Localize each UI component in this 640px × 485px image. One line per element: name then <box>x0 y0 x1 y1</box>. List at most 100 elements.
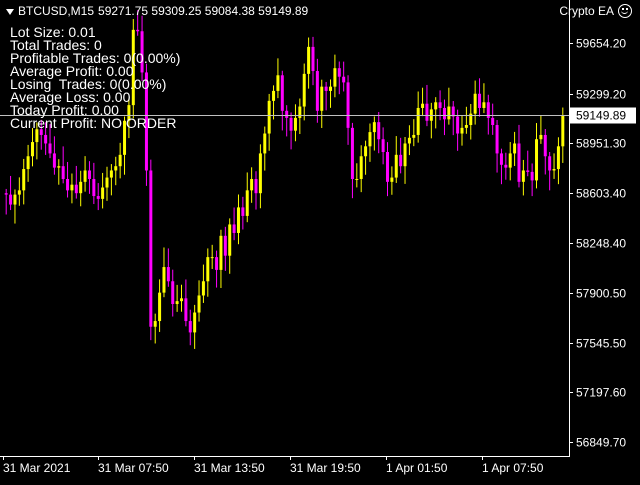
chart-header: BTCUSD,M15 59271.75 59309.25 59084.38 59… <box>6 4 308 18</box>
candle-body <box>158 292 162 322</box>
candle-body <box>236 207 240 233</box>
symbol-label: BTCUSD,M15 <box>18 4 95 18</box>
candle-body <box>193 312 197 333</box>
candle-body <box>399 154 403 167</box>
y-tick-label: 57900.50 <box>576 287 626 301</box>
y-tick-label: 58951.30 <box>576 137 626 151</box>
candle-body <box>346 82 350 128</box>
candle-body <box>504 164 508 168</box>
y-tick-label: 59299.20 <box>576 88 626 102</box>
x-tick-label: 31 Mar 19:50 <box>290 461 361 475</box>
y-tick-label: 58248.40 <box>576 237 626 251</box>
candle-body <box>355 178 359 180</box>
candle-body <box>118 154 122 167</box>
y-tick-label: 57197.60 <box>576 386 626 400</box>
candle-body <box>421 103 425 108</box>
candle-body <box>342 76 346 83</box>
candle-body <box>434 102 438 110</box>
candle-body <box>412 134 416 138</box>
candle-body <box>52 153 56 168</box>
candle-body <box>530 171 534 181</box>
candle-body <box>153 321 157 327</box>
triangle-down-icon[interactable] <box>6 9 14 15</box>
candle-body <box>26 156 30 170</box>
candle-body <box>543 134 547 157</box>
candle-body <box>175 301 179 304</box>
candle-body <box>495 125 499 154</box>
candle-body <box>166 267 170 282</box>
candle-body <box>149 170 153 327</box>
candle-body <box>232 224 236 233</box>
candle-body <box>482 102 486 108</box>
candle-body <box>210 257 214 259</box>
y-tick-label: 59654.20 <box>576 37 626 51</box>
candle-body <box>289 117 293 131</box>
candle-body <box>267 100 271 134</box>
candle-body <box>298 106 302 118</box>
candle-body <box>105 177 109 188</box>
ohlc-values: 59271.75 59309.25 59084.38 59149.89 <box>98 4 309 18</box>
ea-status[interactable]: Crypto EA <box>559 4 632 18</box>
candle-body <box>101 187 105 199</box>
candle-body <box>390 177 394 182</box>
candle-body <box>245 190 249 216</box>
candle-body <box>364 146 368 157</box>
candle-body <box>556 146 560 170</box>
candle-body <box>48 143 52 154</box>
candle-body <box>22 169 26 191</box>
candle-body <box>324 86 328 91</box>
current-price-label: 59149.89 <box>576 109 626 123</box>
candle-body <box>447 106 451 120</box>
candle-body <box>473 93 477 114</box>
candle-body <box>407 137 411 144</box>
candle-body <box>307 46 311 74</box>
x-tick-label: 31 Mar 07:50 <box>98 461 169 475</box>
candle-body <box>280 75 284 111</box>
candle-body <box>83 170 87 182</box>
candle-body <box>215 257 219 270</box>
candle-body <box>66 178 70 191</box>
candle-body <box>311 46 315 72</box>
candle-body <box>416 107 420 135</box>
candle-body <box>552 169 556 171</box>
x-tick-label: 31 Mar 13:50 <box>194 461 265 475</box>
candle-body <box>70 184 74 191</box>
candle-body <box>74 184 78 194</box>
x-tick-label: 31 Mar 2021 <box>3 461 71 475</box>
candle-body <box>368 132 372 147</box>
current-profit-label: Current Profit: NO ORDER <box>10 115 177 131</box>
candle-body <box>464 125 468 128</box>
candle-body <box>96 196 100 199</box>
candle-body <box>171 281 175 304</box>
candle-body <box>535 139 539 181</box>
candle-body <box>114 166 118 171</box>
x-tick-label: 1 Apr 07:50 <box>482 461 544 475</box>
candle-body <box>456 116 460 134</box>
candle-body <box>425 103 429 121</box>
candle-body <box>272 90 276 101</box>
candle-body <box>372 122 376 133</box>
candle-body <box>337 68 341 77</box>
candle-body <box>79 181 83 194</box>
candle-body <box>460 127 464 134</box>
candle-body <box>206 257 210 282</box>
candle-body <box>162 267 166 293</box>
candle-body <box>276 75 280 91</box>
candle-body <box>381 139 385 152</box>
candle-body <box>4 193 8 195</box>
ea-name: Crypto EA <box>559 4 614 18</box>
x-tick-label: 1 Apr 01:50 <box>386 461 448 475</box>
candle-body <box>513 143 517 154</box>
candle-body <box>385 152 389 182</box>
y-tick-label: 56849.70 <box>576 436 626 450</box>
candle-body <box>499 153 503 165</box>
candle-body <box>403 143 407 167</box>
candle-body <box>539 134 543 140</box>
candle-body <box>293 117 297 131</box>
candle-body <box>302 73 306 107</box>
candle-body <box>219 235 223 270</box>
candle-body <box>109 170 113 178</box>
candle-body <box>350 127 354 179</box>
candle-body <box>548 156 552 171</box>
candle-body <box>180 298 184 302</box>
